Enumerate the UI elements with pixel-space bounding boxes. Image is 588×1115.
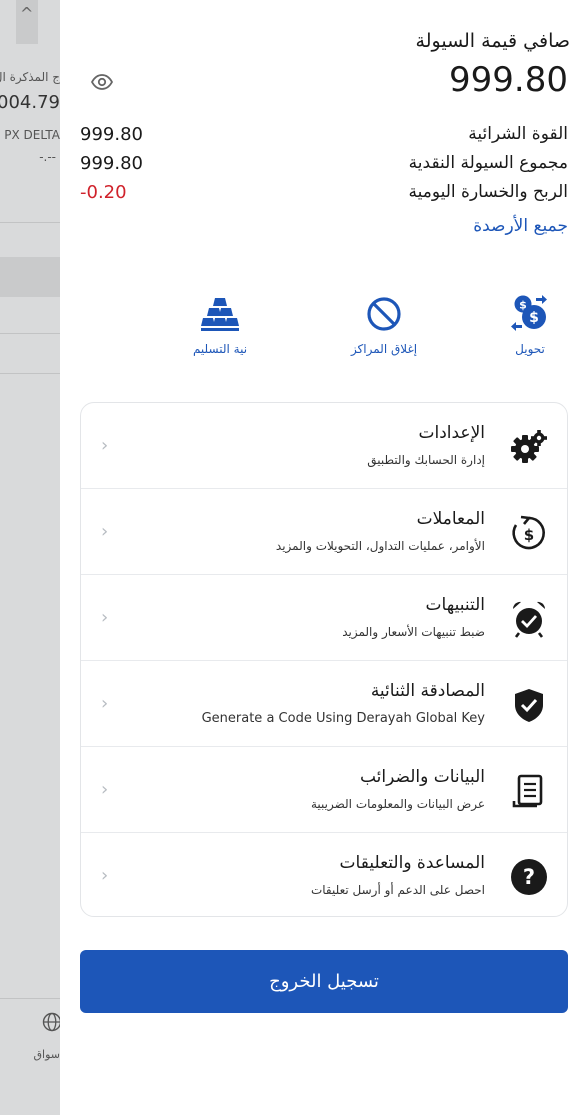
bg-ticker: PX DELTA [4,128,60,142]
menu-item-title: المعاملات [416,509,485,529]
menu-item-subtitle: ضبط تنبيهات الأسعار والمزيد [342,625,485,639]
action-label: تحويل [515,342,545,356]
menu-item-statements-tax[interactable]: البيانات والضرائب عرض البيانات والمعلوما… [81,747,567,833]
menu-item-two-factor[interactable]: المصادقة الثنائية Generate a Code Using … [81,661,567,747]
bg-nav-label[interactable]: سواق [34,1048,61,1061]
chevron-left-icon: ‹ [101,435,109,456]
delivery-intent-action[interactable]: نية التسليم [160,292,280,356]
chevron-left-icon: ‹ [101,607,109,628]
chevron-left-icon: ‹ [101,779,109,800]
menu-item-title: البيانات والضرائب [359,767,485,787]
divider [0,222,60,223]
menu-item-help-feedback[interactable]: ? المساعدة والتعليقات احصل على الدعم أو … [81,833,567,919]
bg-band [0,257,60,297]
transactions-icon: $ [512,515,545,550]
stat-value: 999.80 [80,152,143,174]
menu-item-subtitle: Generate a Code Using Derayah Global Key [201,711,485,726]
chevron-left-icon: ‹ [101,521,109,542]
chevron-left-icon: ‹ [101,865,109,886]
svg-text:$: $ [519,299,527,312]
menu-item-subtitle: احصل على الدعم أو أرسل تعليقات [310,883,485,897]
menu-item-alerts[interactable]: التنبيهات ضبط تنبيهات الأسعار والمزيد ‹ [81,575,567,661]
transfer-action[interactable]: $ $ تحويل [470,292,588,356]
menu-item-title: المصادقة الثنائية [370,681,485,701]
globe-icon[interactable] [42,1012,60,1037]
transfer-icon: $ $ [511,295,547,331]
close-positions-action[interactable]: إغلاق المراكز [324,292,444,356]
chevron-up-icon: ^ [20,4,34,23]
buying-power-row: القوة الشرائية 999.80 [80,121,568,147]
net-liquidity-label: صافي قيمة السيولة [415,30,570,52]
stat-label: القوة الشرائية [468,124,568,144]
stat-label: مجموع السيولة النقدية [408,153,568,173]
alarm-clock-icon [512,601,546,638]
menu-item-transactions[interactable]: $ المعاملات الأوامر، عمليات التداول، الت… [81,489,567,575]
shield-check-icon [515,689,543,722]
svg-text:?: ? [523,865,535,889]
stat-label: الربح والخسارة اليومية [408,182,568,202]
document-icon [512,774,543,808]
logout-button[interactable]: تسجيل الخروج [80,950,568,1013]
menu-item-title: المساعدة والتعليقات [339,853,485,873]
menu-item-subtitle: الأوامر، عمليات التداول، التحويلات والمز… [275,539,485,553]
chevron-left-icon: ‹ [101,693,109,714]
bg-label: ج المذكرة ال [0,70,60,84]
action-label: إغلاق المراكز [350,342,418,356]
stat-value: -0.20 [80,181,127,203]
daily-pnl-row: الربح والخسارة اليومية -0.20 [80,179,568,205]
bg-change: -.-- [39,150,56,164]
divider [0,998,60,999]
collapse-button[interactable]: ^ [16,0,38,44]
menu-item-title: التنبيهات [425,595,485,615]
menu-item-subtitle: إدارة الحسابك والتطبيق [367,453,485,467]
gear-icon [511,430,547,463]
total-cash-row: مجموع السيولة النقدية 999.80 [80,150,568,176]
svg-text:$: $ [524,526,534,544]
bg-value: 3,004.79 [0,92,60,113]
background-screen: ^ ج المذكرة ال 3,004.79 PX DELTA -.-- سو… [0,0,60,1115]
ban-icon [367,297,401,331]
menu-item-settings[interactable]: الإعدادات إدارة الحسابك والتطبيق ‹ [81,403,567,489]
menu-card: الإعدادات إدارة الحسابك والتطبيق ‹ $ الم… [80,402,568,917]
account-drawer: صافي قيمة السيولة 999.80 القوة الشرائية … [60,0,588,1115]
svg-text:$: $ [529,310,539,326]
all-balances-link[interactable]: جميع الأرصدة [473,216,568,236]
stat-value: 999.80 [80,123,143,145]
divider [0,373,60,374]
eye-icon[interactable] [90,70,114,94]
gold-bars-icon [201,298,239,331]
divider [0,333,60,334]
action-label: نية التسليم [192,342,248,356]
menu-item-subtitle: عرض البيانات والمعلومات الضريبية [310,797,485,811]
help-icon: ? [511,859,547,895]
menu-item-title: الإعدادات [418,423,485,443]
net-liquidity-value: 999.80 [449,60,568,100]
